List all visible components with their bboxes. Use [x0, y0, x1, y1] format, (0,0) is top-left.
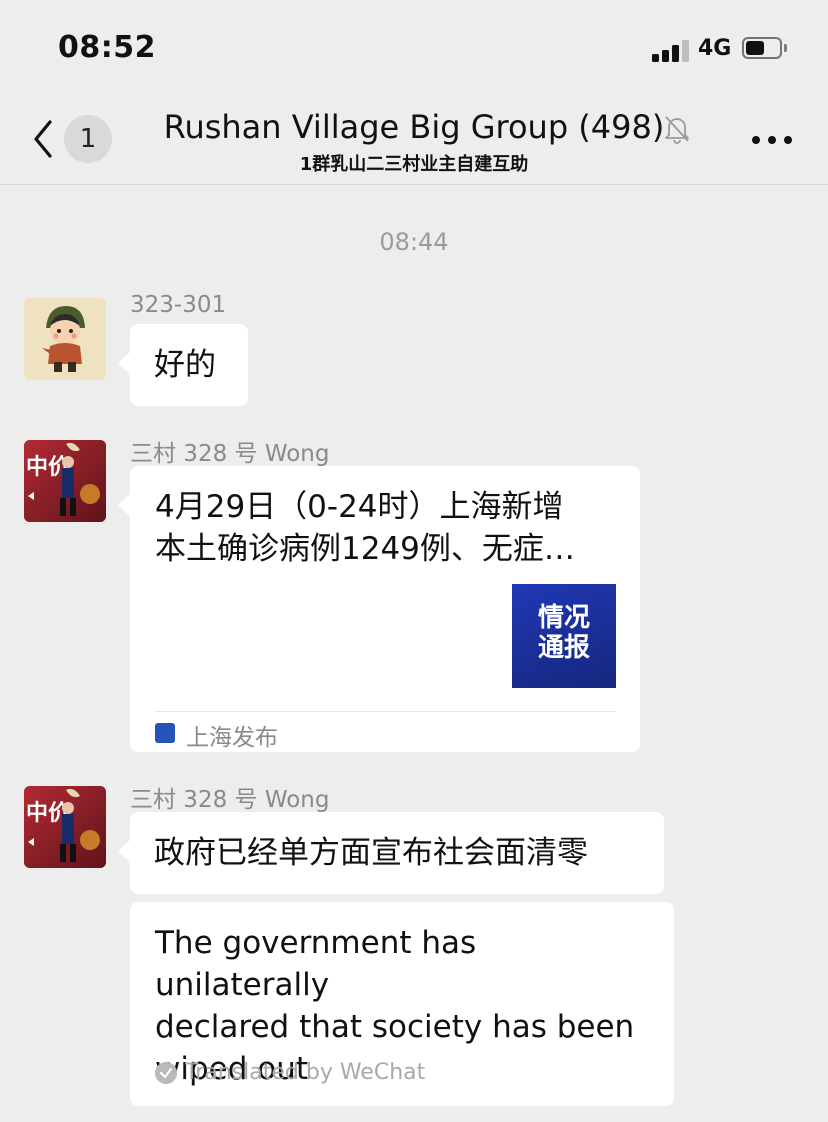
red-poster-avatar-icon: 中价	[24, 440, 106, 522]
card-title-line: 本土确诊病例1249例、无症…	[155, 531, 575, 567]
translation-bubble[interactable]: The government has unilaterally declared…	[130, 902, 674, 1106]
network-type: 4G	[698, 36, 732, 61]
avatar[interactable]	[24, 298, 106, 380]
card-thumbnail: 情况 通报	[512, 584, 616, 688]
message-text: 好的	[154, 347, 216, 383]
sender-name: 三村 328 号 Wong	[130, 787, 330, 813]
thumb-text: 情况	[537, 603, 590, 633]
chat-header: 1 Rushan Village Big Group (498) 1群乳山二三村…	[0, 100, 828, 185]
translated-by-label: Translated by WeChat	[185, 1060, 426, 1085]
publisher-logo-icon	[155, 723, 175, 743]
thumb-text: 通报	[537, 633, 590, 663]
group-title-wrap[interactable]: Rushan Village Big Group (498)	[0, 108, 828, 146]
translation-line: declared that society has been	[155, 1009, 635, 1045]
status-bar: 08:52 4G	[0, 0, 828, 100]
message-bubble[interactable]: 好的	[118, 324, 248, 406]
signal-icon	[652, 40, 690, 62]
red-poster-avatar-icon: 中价	[24, 786, 106, 868]
group-subtitle: 1群乳山二三村业主自建互助	[299, 154, 529, 175]
message-text: 政府已经单方面宣布社会面清零	[154, 835, 588, 871]
cartoon-girl-avatar-icon	[24, 298, 106, 380]
more-icon[interactable]	[752, 136, 792, 144]
group-title[interactable]: Rushan Village Big Group (498)	[164, 108, 665, 146]
card-title: 4月29日（0-24时）上海新增 本土确诊病例1249例、无症…	[155, 486, 615, 570]
card-title-line: 4月29日（0-24时）上海新增	[155, 489, 564, 525]
mute-bell-icon	[665, 116, 689, 144]
translation-line: The government has unilaterally	[155, 925, 477, 1003]
avatar[interactable]: 中价	[24, 786, 106, 868]
status-time: 08:52	[58, 30, 156, 65]
checkmark-icon	[155, 1062, 177, 1084]
sender-name: 323-301	[130, 292, 227, 318]
sender-name: 三村 328 号 Wong	[130, 441, 330, 467]
card-divider	[155, 711, 616, 712]
message-bubble[interactable]: 政府已经单方面宣布社会面清零	[118, 812, 664, 894]
battery-icon	[742, 37, 788, 61]
avatar[interactable]: 中价	[24, 440, 106, 522]
link-card[interactable]: 4月29日（0-24时）上海新增 本土确诊病例1249例、无症… 情况 通报 上…	[118, 466, 640, 752]
card-source: 上海发布	[186, 725, 278, 751]
message-timestamp: 08:44	[379, 228, 449, 256]
